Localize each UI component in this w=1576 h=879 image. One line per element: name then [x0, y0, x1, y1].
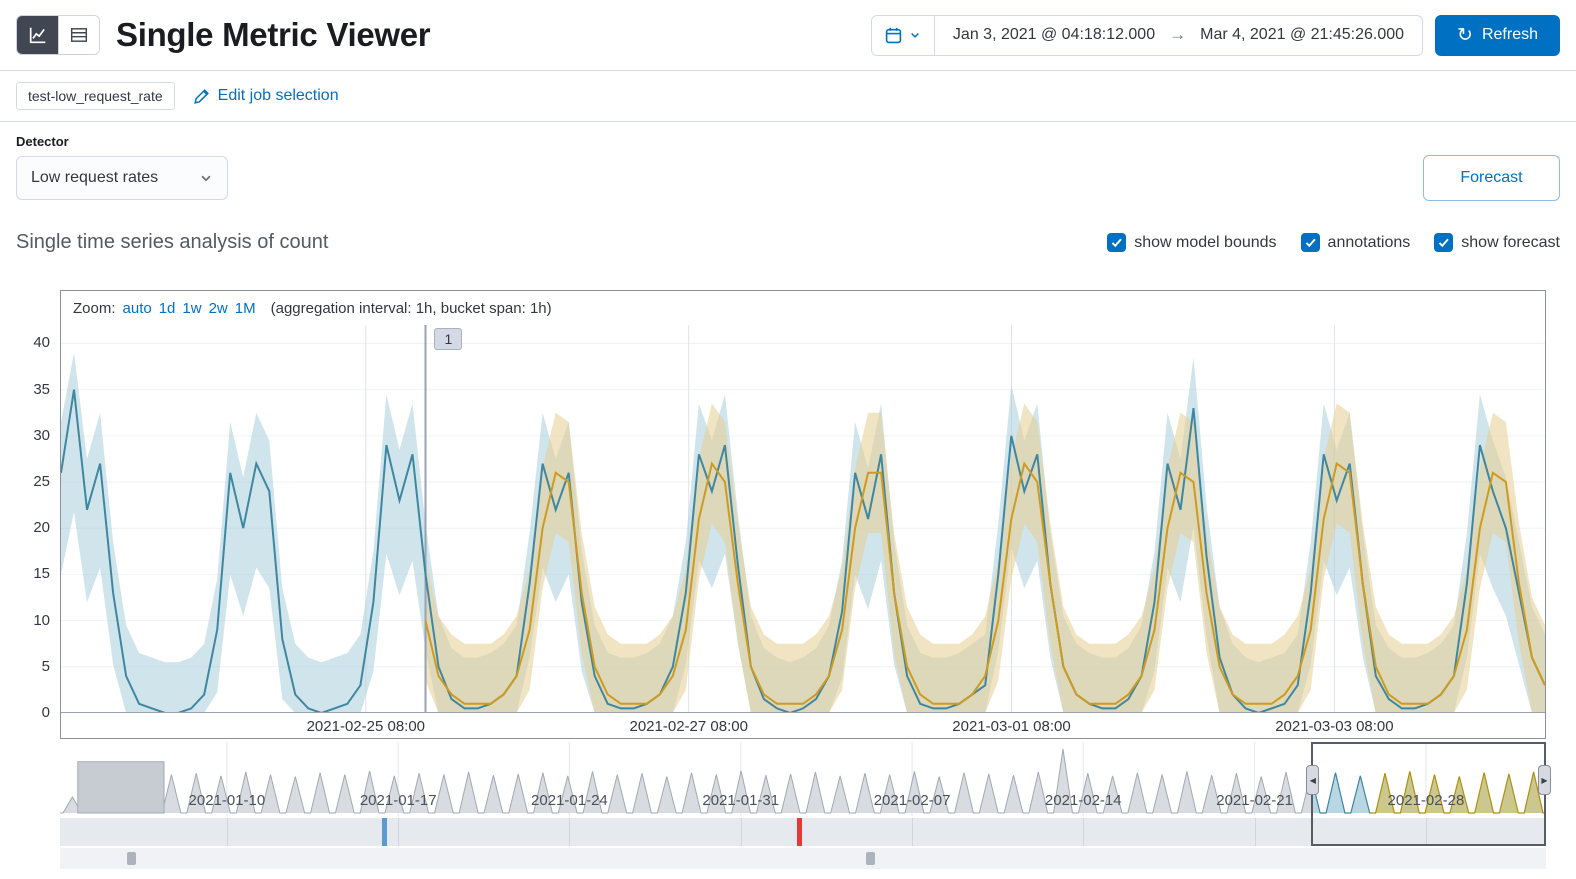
x-axis-label: 2021-03-03 08:00: [1275, 718, 1394, 735]
timeseries-chart: Zoom: auto 1d 1w 2w 1M (aggregation inte…: [33, 290, 1546, 739]
zoom-1M-link[interactable]: 1M: [235, 300, 256, 317]
zoom-bar: Zoom: auto 1d 1w 2w 1M (aggregation inte…: [61, 291, 1545, 325]
context-axis-label: 2021-01-17: [359, 792, 437, 809]
checkbox-label: annotations: [1327, 233, 1411, 251]
datepicker-quick-menu-button[interactable]: [872, 15, 935, 55]
zoom-label: Zoom:: [73, 299, 116, 317]
brush-handle-right-icon[interactable]: ▶: [1537, 765, 1551, 795]
refresh-label: Refresh: [1481, 26, 1538, 43]
detector-select-value: Low request rates: [31, 169, 159, 186]
refresh-icon: ↻: [1457, 24, 1473, 46]
checkbox-label: show forecast: [1461, 233, 1560, 251]
end-date[interactable]: Mar 4, 2021 @ 21:45:26.000: [1200, 26, 1404, 44]
context-axis-label: 2021-01-10: [188, 792, 266, 809]
context-chart-svg[interactable]: [60, 742, 1546, 816]
pencil-icon: [193, 88, 209, 104]
series-header: Single time series analysis of count sho…: [0, 215, 1576, 258]
table-view-button[interactable]: [58, 16, 99, 54]
swimlane-separator: [1083, 818, 1085, 846]
datepicker-dates: Jan 3, 2021 @ 04:18:12.000 → Mar 4, 2021…: [935, 25, 1422, 45]
anomaly-swimlane[interactable]: [60, 818, 1546, 846]
swimlane-separator: [1254, 818, 1256, 846]
forecast-button[interactable]: Forecast: [1423, 155, 1560, 201]
y-axis-label: 25: [33, 473, 50, 491]
anomaly-marker[interactable]: [381, 818, 387, 846]
swimlane-separator: [1425, 818, 1427, 846]
main-chart-svg: [61, 325, 1545, 713]
context-chart: ◀ ▶ 2021-01-10 2021-01-17 2021-01-24 2021-0…: [60, 742, 1551, 869]
refresh-button[interactable]: ↻ Refresh: [1435, 14, 1560, 56]
chart-view-button[interactable]: [17, 16, 58, 54]
main-plot-area[interactable]: 1: [61, 325, 1545, 713]
swimlane-separator: [912, 818, 914, 846]
y-axis-label: 30: [33, 426, 50, 444]
start-date[interactable]: Jan 3, 2021 @ 04:18:12.000: [953, 26, 1155, 44]
annotation-badge[interactable]: 1: [434, 328, 463, 350]
view-toggle-group: [16, 15, 100, 55]
y-axis-label: 40: [33, 334, 50, 352]
y-axis-label: 35: [33, 380, 50, 398]
zoom-auto-link[interactable]: auto: [123, 300, 152, 317]
edit-job-selection-link[interactable]: Edit job selection: [193, 87, 339, 105]
context-axis-label: 2021-02-21: [1216, 792, 1293, 809]
checkbox-show-forecast[interactable]: show forecast: [1434, 233, 1560, 252]
header-left: Single Metric Viewer: [16, 15, 431, 55]
calendar-icon: [885, 27, 902, 43]
page-title: Single Metric Viewer: [116, 16, 431, 53]
y-axis-label: 20: [33, 519, 50, 537]
detector-label: Detector: [16, 134, 69, 149]
brush-handle-left-icon[interactable]: ◀: [1306, 765, 1320, 795]
x-axis-label: 2021-02-27 08:00: [629, 718, 748, 735]
swimlane-separator: [226, 818, 228, 846]
checkbox-checked-icon: [1434, 233, 1454, 252]
detector-select[interactable]: Low request rates: [16, 156, 228, 200]
y-axis-label: 5: [41, 657, 50, 675]
swimlane-separator: [398, 818, 400, 846]
swimlane-separator: [569, 818, 571, 846]
table-icon: [70, 28, 88, 42]
swimlane-separator: [740, 818, 742, 846]
annotations-track[interactable]: [60, 848, 1546, 869]
y-axis-label: 0: [41, 704, 50, 721]
checkbox-checked-icon: [1107, 233, 1127, 252]
job-badge: test-low_request_rate: [16, 82, 175, 110]
job-selection-row: test-low_request_rate Edit job selection: [0, 71, 1576, 122]
context-axis-label: 2021-01-31: [702, 792, 780, 809]
date-range-picker: Jan 3, 2021 @ 04:18:12.000 → Mar 4, 2021…: [870, 14, 1424, 56]
aggregation-info: (aggregation interval: 1h, bucket span: …: [270, 299, 552, 317]
x-axis-label: 2021-03-01 08:00: [952, 718, 1071, 735]
checkbox-label: show model bounds: [1134, 233, 1277, 251]
chart-toggles: show model bounds annotations show forec…: [1107, 233, 1560, 252]
checkbox-checked-icon: [1300, 233, 1320, 252]
zoom-1w-link[interactable]: 1w: [182, 300, 201, 317]
header: Single Metric Viewer Jan 3, 2021 @ 04:18…: [0, 0, 1576, 71]
y-axis-label: 10: [33, 611, 50, 629]
header-right: Jan 3, 2021 @ 04:18:12.000 → Mar 4, 2021…: [870, 14, 1560, 56]
checkbox-show-model-bounds[interactable]: show model bounds: [1107, 233, 1277, 252]
context-axis-label: 2021-01-24: [531, 792, 608, 809]
chevron-down-icon: [911, 32, 919, 38]
line-chart-icon: [29, 27, 45, 44]
annotation-marker[interactable]: [865, 852, 875, 865]
x-axis: 2021-02-25 08:00 2021-02-27 08:00 2021-03-…: [61, 713, 1545, 738]
x-axis-label: 2021-02-25 08:00: [306, 718, 426, 735]
checkbox-annotations[interactable]: annotations: [1300, 233, 1411, 252]
context-axis-label: 2021-02-14: [1044, 792, 1122, 809]
edit-job-selection-label: Edit job selection: [217, 87, 339, 104]
anomaly-marker[interactable]: [796, 818, 802, 846]
arrow-right-icon: →: [1169, 25, 1187, 44]
y-axis-label: 15: [33, 565, 50, 583]
zoom-2w-link[interactable]: 2w: [209, 300, 228, 317]
context-axis-label: 2021-02-28: [1387, 792, 1465, 809]
chart-container: Zoom: auto 1d 1w 2w 1M (aggregation inte…: [60, 290, 1546, 739]
context-axis-label: 2021-02-07: [873, 792, 951, 809]
chevron-down-icon: [201, 175, 211, 182]
detector-block: Detector Low request rates Forecast: [0, 122, 1576, 215]
series-title: Single time series analysis of count: [16, 231, 329, 253]
annotation-marker[interactable]: [127, 852, 137, 865]
zoom-1d-link[interactable]: 1d: [159, 300, 176, 317]
